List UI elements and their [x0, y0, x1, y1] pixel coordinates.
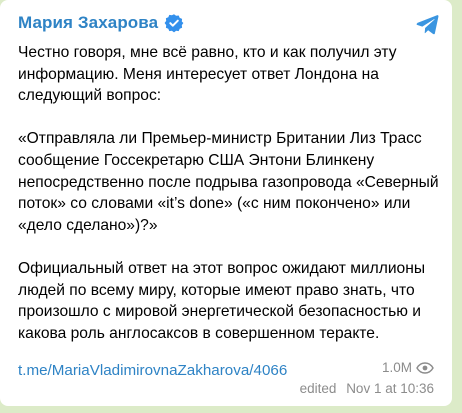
eye-icon [416, 361, 434, 374]
message-header: Мария Захарова [18, 10, 440, 36]
view-count: 1.0M [382, 360, 434, 375]
share-icon[interactable] [414, 11, 440, 37]
edited-label: edited [299, 381, 337, 396]
author-name[interactable]: Мария Захарова [18, 13, 158, 33]
message-paragraph: Честно говоря, мне всё равно, кто и как … [18, 44, 397, 105]
post-link[interactable]: t.me/MariaVladimirovnaZakharova/4066 [18, 362, 440, 379]
message-paragraph: «Отправляла ли Премьер-министр Британии … [18, 130, 439, 234]
verified-badge-icon [164, 13, 184, 33]
message-meta: edited Nov 1 at 10:36 [300, 381, 434, 396]
message-text: Честно говоря, мне всё равно, кто и как … [18, 42, 442, 344]
view-count-value: 1.0M [381, 360, 412, 375]
message-card: Мария Захарова Честно говоря, мне всё ра… [0, 0, 452, 406]
message-paragraph: Официальный ответ на этот вопрос ожидают… [18, 259, 426, 342]
message-timestamp: Nov 1 at 10:36 [346, 381, 434, 396]
